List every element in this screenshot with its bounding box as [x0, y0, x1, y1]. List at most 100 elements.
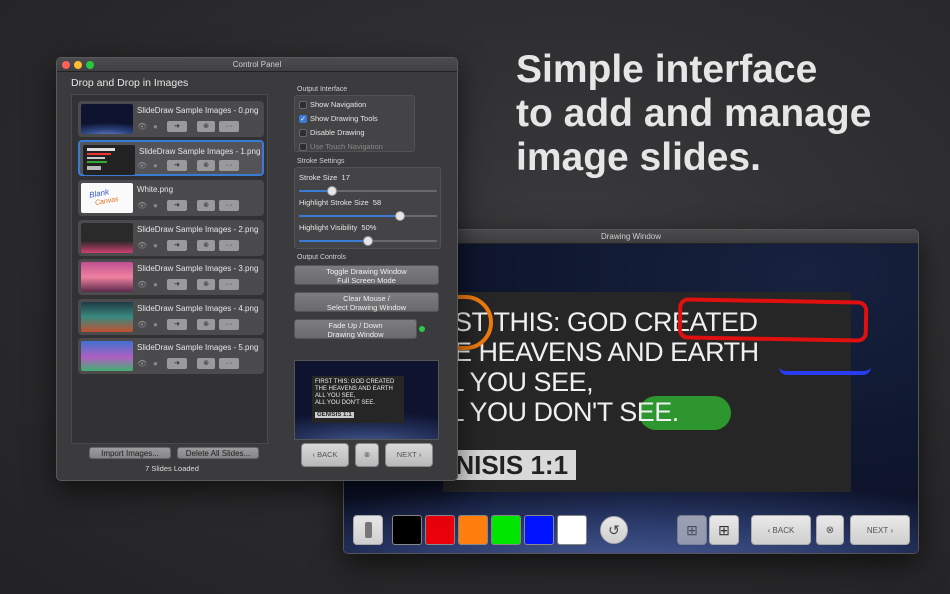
- more-options-button[interactable]: ···: [219, 358, 239, 369]
- slide-thumbnail: [81, 262, 133, 292]
- slide-name: SlideDraw Sample Images - 5.png: [137, 343, 259, 352]
- color-black-swatch[interactable]: [392, 515, 422, 545]
- headline-line-3: image slides.: [516, 136, 761, 179]
- slide-thumbnail: [81, 341, 133, 371]
- delete-all-slides-button[interactable]: Delete All Slides...: [177, 447, 259, 459]
- dot-icon[interactable]: ●: [153, 241, 158, 251]
- preview-line-2: THE HEAVENS AND EARTH: [315, 386, 393, 392]
- slider-knob[interactable]: [327, 186, 338, 196]
- slide-item-3[interactable]: SlideDraw Sample Images - 2.png 👁 ● ➜ ⊗ …: [78, 220, 264, 256]
- more-options-button[interactable]: ···: [219, 160, 239, 171]
- color-white-swatch[interactable]: [557, 515, 587, 545]
- import-images-button[interactable]: Import Images...: [89, 447, 171, 459]
- dot-icon[interactable]: ●: [153, 122, 158, 132]
- color-red-swatch[interactable]: [425, 515, 455, 545]
- slide-name: White.png: [137, 185, 174, 194]
- checkbox-label: Show Drawing Tools: [310, 114, 378, 123]
- slide-reference: ENISIS 1:1: [438, 450, 577, 480]
- slide-list[interactable]: SlideDraw Sample Images - 0.png 👁 ● ➜ ⊗ …: [71, 94, 268, 444]
- highlight-visibility-value: 50%: [361, 223, 377, 232]
- slides-loaded-status: 7 Slides Loaded: [145, 464, 199, 473]
- highlight-visibility-slider[interactable]: [299, 236, 437, 246]
- close-icon: ⊗: [363, 450, 371, 459]
- checkbox-box: [299, 100, 307, 109]
- forward-arrow-button[interactable]: ➜: [167, 240, 187, 251]
- remove-slide-button[interactable]: ⊗: [197, 279, 215, 290]
- clear-mouse-button[interactable]: Clear Mouse / Select Drawing Window: [294, 292, 439, 312]
- close-icon: ⊗: [825, 524, 835, 536]
- add-slide-button[interactable]: ⊞: [709, 515, 739, 545]
- remove-slide-button[interactable]: ⊗: [197, 240, 215, 251]
- eye-icon[interactable]: 👁: [137, 241, 147, 251]
- slide-item-0[interactable]: SlideDraw Sample Images - 0.png 👁 ● ➜ ⊗ …: [78, 101, 264, 137]
- color-blue-swatch[interactable]: [524, 515, 554, 545]
- slide-item-2[interactable]: Blank Canvas White.png 👁 ● ➜ ⊗ ···: [78, 180, 264, 216]
- remove-slide-button[interactable]: ⊗: [197, 358, 215, 369]
- slide-name: SlideDraw Sample Images - 3.png: [137, 264, 259, 273]
- minimize-window-button[interactable]: [74, 61, 82, 69]
- promo-headline: Simple interface to add and manage image…: [516, 48, 936, 180]
- back-button[interactable]: ‹ BACK: [301, 443, 349, 467]
- undo-button[interactable]: ↺: [600, 516, 628, 544]
- more-options-button[interactable]: ···: [219, 319, 239, 330]
- remove-slide-button[interactable]: ⊗: [197, 200, 215, 211]
- forward-arrow-button[interactable]: ➜: [167, 121, 187, 132]
- remove-slide-button[interactable]: ⊗: [197, 160, 215, 171]
- use-touch-navigation-checkbox[interactable]: Use Touch Navigation: [299, 142, 383, 151]
- color-green-swatch[interactable]: [491, 515, 521, 545]
- previous-slide-add-button[interactable]: ⊞: [677, 515, 707, 545]
- slider-knob[interactable]: [363, 236, 373, 246]
- drawing-close-button[interactable]: ⊗: [816, 515, 844, 545]
- dot-icon[interactable]: ●: [153, 201, 158, 211]
- more-options-button[interactable]: ···: [219, 240, 239, 251]
- next-button[interactable]: NEXT ›: [385, 443, 433, 467]
- control-panel-titlebar: Control Panel: [57, 58, 457, 72]
- slide-item-4[interactable]: SlideDraw Sample Images - 3.png 👁 ● ➜ ⊗ …: [78, 259, 264, 295]
- eye-icon[interactable]: 👁: [137, 201, 147, 211]
- slide-item-5[interactable]: SlideDraw Sample Images - 4.png 👁 ● ➜ ⊗ …: [78, 299, 264, 335]
- output-interface-label: Output Interface: [297, 86, 348, 93]
- remove-slide-button[interactable]: ⊗: [197, 121, 215, 132]
- eye-icon[interactable]: 👁: [137, 320, 147, 330]
- forward-arrow-button[interactable]: ➜: [167, 160, 187, 171]
- more-options-button[interactable]: ···: [219, 279, 239, 290]
- stroke-size-slider[interactable]: [299, 186, 437, 196]
- dot-icon[interactable]: ●: [153, 359, 158, 369]
- forward-arrow-button[interactable]: ➜: [167, 200, 187, 211]
- close-window-button[interactable]: [62, 61, 70, 69]
- eye-icon[interactable]: 👁: [137, 122, 147, 132]
- slide-item-1[interactable]: SlideDraw Sample Images - 1.png 👁 ● ➜ ⊗ …: [78, 140, 264, 176]
- eye-icon[interactable]: 👁: [137, 161, 147, 171]
- slide-thumbnail: [81, 302, 133, 332]
- highlight-stroke-slider[interactable]: [299, 211, 437, 221]
- toggle-fullscreen-button[interactable]: Toggle Drawing Window Full Screen Mode: [294, 265, 439, 285]
- eye-icon[interactable]: 👁: [137, 280, 147, 290]
- checkbox-box: [299, 142, 307, 151]
- dot-icon[interactable]: ●: [153, 280, 158, 290]
- output-preview: FIRST THIS: GOD CREATED THE HEAVENS AND …: [294, 360, 439, 440]
- fade-drawing-window-button[interactable]: Fade Up / Down Drawing Window: [294, 319, 417, 339]
- more-options-button[interactable]: ···: [219, 121, 239, 132]
- slide-content: RST THIS: GOD CREATED HE HEAVENS AND EAR…: [423, 292, 871, 492]
- highlight-stroke-value: 58: [372, 198, 382, 207]
- more-options-button[interactable]: ···: [219, 200, 239, 211]
- flashlight-tool-button[interactable]: [353, 515, 383, 545]
- forward-arrow-button[interactable]: ➜: [167, 279, 187, 290]
- show-drawing-tools-checkbox[interactable]: ✓ Show Drawing Tools: [299, 114, 378, 123]
- zoom-window-button[interactable]: [86, 61, 94, 69]
- preview-line-4: ALL YOU DON'T SEE.: [315, 400, 376, 406]
- drawing-next-button[interactable]: NEXT ›: [850, 515, 910, 545]
- drawing-back-button[interactable]: ‹ BACK: [751, 515, 811, 545]
- eye-icon[interactable]: 👁: [137, 359, 147, 369]
- disable-drawing-checkbox[interactable]: Disable Drawing: [299, 128, 365, 137]
- slider-knob[interactable]: [394, 211, 405, 221]
- stop-button[interactable]: ⊗: [355, 443, 379, 467]
- dot-icon[interactable]: ●: [153, 161, 158, 171]
- dot-icon[interactable]: ●: [153, 320, 158, 330]
- slide-item-6[interactable]: SlideDraw Sample Images - 5.png 👁 ● ➜ ⊗ …: [78, 338, 264, 374]
- forward-arrow-button[interactable]: ➜: [167, 358, 187, 369]
- remove-slide-button[interactable]: ⊗: [197, 319, 215, 330]
- forward-arrow-button[interactable]: ➜: [167, 319, 187, 330]
- show-navigation-checkbox[interactable]: Show Navigation: [299, 100, 366, 109]
- color-orange-swatch[interactable]: [458, 515, 488, 545]
